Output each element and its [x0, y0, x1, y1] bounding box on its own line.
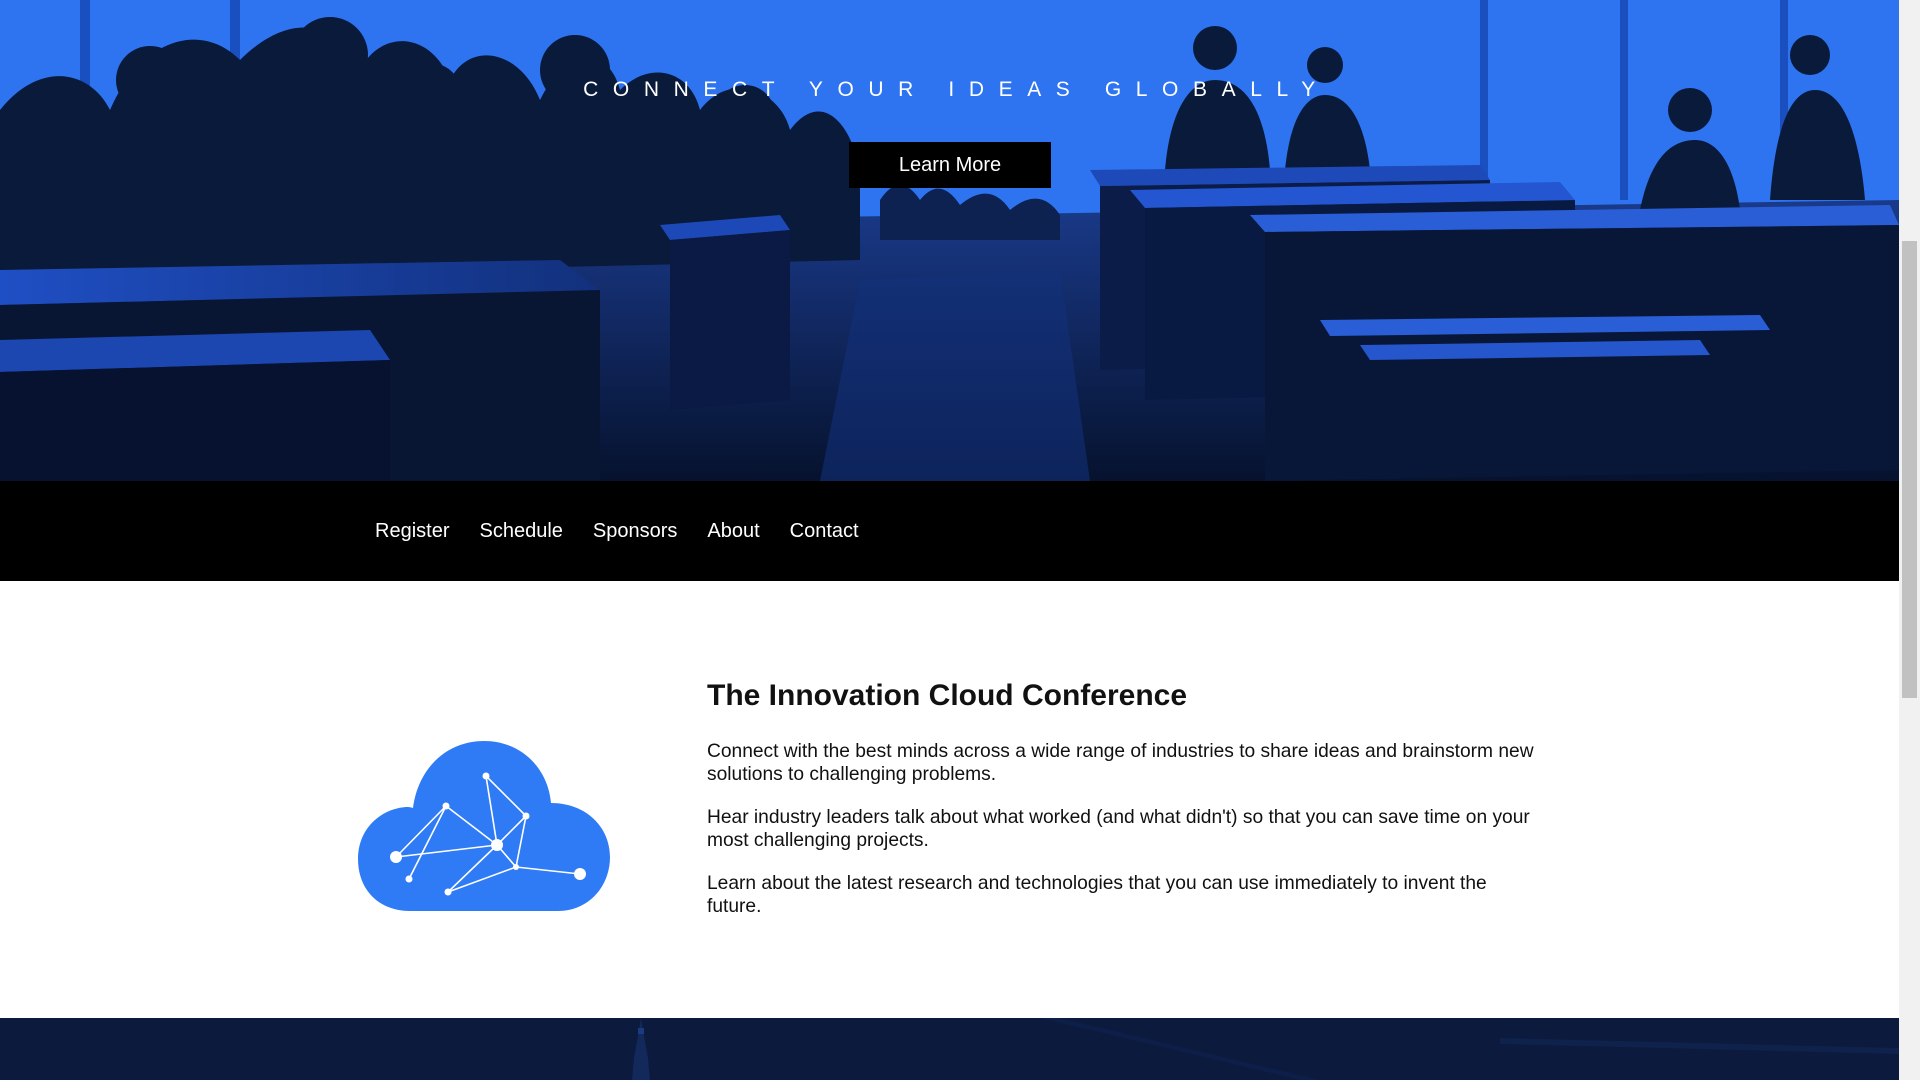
city-skyline-image — [0, 1018, 1899, 1080]
about-paragraph-2: Hear industry leaders talk about what wo… — [707, 807, 1530, 851]
conference-hall-silhouette-icon — [0, 0, 1899, 481]
page: CONNECT YOUR IDEAS GLOBALLY Learn More R… — [0, 0, 1920, 1080]
nav-item-register: Register — [375, 520, 449, 543]
nav-link-sponsors[interactable]: Sponsors — [593, 520, 678, 542]
nav-link-about[interactable]: About — [707, 520, 759, 542]
hero-section: CONNECT YOUR IDEAS GLOBALLY Learn More — [0, 0, 1899, 481]
nav-link-register[interactable]: Register — [375, 520, 449, 542]
nav-link-schedule[interactable]: Schedule — [479, 520, 562, 542]
hero-tagline: CONNECT YOUR IDEAS GLOBALLY — [583, 78, 1330, 101]
about-section: The Innovation Cloud Conference Connect … — [0, 581, 1899, 1018]
network-cloud-icon — [358, 741, 610, 911]
about-paragraph-1: Connect with the best minds across a wid… — [707, 741, 1534, 785]
nav-link-contact[interactable]: Contact — [790, 520, 859, 542]
nav-item-sponsors: Sponsors — [593, 520, 678, 543]
nav-list: Register Schedule Sponsors About Contact — [375, 481, 889, 581]
nav-item-about: About — [707, 520, 759, 543]
page-scrollbar[interactable] — [1899, 0, 1920, 1080]
nav-item-contact: Contact — [790, 520, 859, 543]
scrollbar-thumb[interactable] — [1902, 241, 1917, 698]
about-paragraph-3: Learn about the latest research and tech… — [707, 873, 1487, 917]
nav-item-schedule: Schedule — [479, 520, 562, 543]
next-section-band — [0, 1018, 1899, 1080]
about-title: The Innovation Cloud Conference — [707, 679, 1188, 712]
main-nav: Register Schedule Sponsors About Contact — [0, 481, 1899, 581]
learn-more-button[interactable]: Learn More — [849, 142, 1051, 188]
about-article: The Innovation Cloud Conference Connect … — [707, 679, 1537, 938]
